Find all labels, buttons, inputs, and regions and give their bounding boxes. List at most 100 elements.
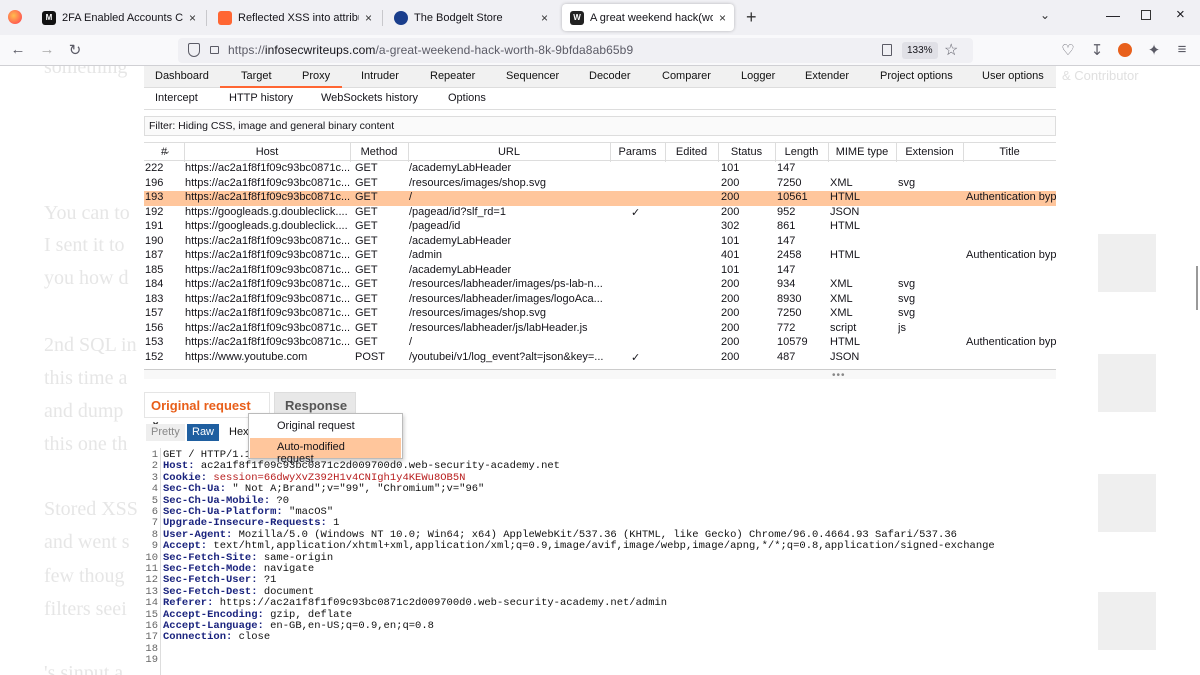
table-row[interactable]: 156 https://ac2a1f8f1f09c93bc0871c... GET /… [144, 322, 1056, 337]
table-row[interactable]: 192 https://googleads.g.doubleclick.... GE… [144, 206, 1056, 221]
cell-num: 190 [145, 234, 164, 247]
close-window-button[interactable]: × [1176, 6, 1185, 23]
table-row[interactable]: 193 https://ac2a1f8f1f09c93bc0871c... GET /… [144, 191, 1056, 206]
cell-method: GET [355, 292, 378, 305]
cell-host: https://ac2a1f8f1f09c93bc0871c... [185, 191, 351, 203]
tool-tab-decoder[interactable]: Decoder [589, 70, 631, 82]
url-text[interactable]: https://infosecwriteups.com/a-great-week… [228, 43, 633, 57]
column-header[interactable]: Extension [896, 146, 963, 158]
tool-tab-extender[interactable]: Extender [805, 70, 849, 82]
tool-tab-logger[interactable]: Logger [741, 70, 775, 82]
request-line: Accept-Encoding: gzip, deflate [163, 609, 1056, 621]
app-menu-icon[interactable]: ≡ [1172, 41, 1192, 58]
tool-tab-project-options[interactable]: Project options [880, 70, 953, 82]
extensions-puzzle-icon[interactable]: ✦ [1144, 41, 1164, 59]
table-row[interactable]: 152 https://www.youtube.com POST/youtubei/… [144, 351, 1056, 366]
column-header[interactable]: Method [350, 146, 408, 158]
header-value: text/html,application/xhtml+xml,applicat… [207, 540, 995, 553]
filter-bar[interactable]: Filter: Hiding CSS, image and general bi… [144, 116, 1056, 136]
cell-length: 772 [777, 321, 796, 334]
pocket-icon[interactable]: ♡ [1058, 41, 1078, 59]
browser-tab[interactable]: M 2FA Enabled Accounts Can Bypass × [34, 4, 204, 31]
column-header[interactable]: MIME type [828, 146, 896, 158]
column-header[interactable]: Edited [665, 146, 718, 158]
tool-tab-intruder[interactable]: Intruder [361, 70, 399, 82]
burp-tool-tabs: Dashboard Target Proxy Intruder Repeater Sequ… [144, 66, 1056, 88]
address-bar[interactable]: https://infosecwriteups.com/a-great-week… [178, 38, 973, 63]
column-header[interactable]: Title [963, 146, 1056, 158]
request-line: Upgrade-Insecure-Requests: 1 [163, 517, 1056, 529]
subtab-websockets-history[interactable]: WebSockets history [321, 92, 418, 104]
close-tab-icon[interactable]: × [189, 11, 196, 25]
browser-tab[interactable]: W A great weekend hack(worth $8 × [562, 4, 734, 31]
cell-title: Authentication bypa [966, 191, 1056, 203]
header-key: Sec-Fetch-User: [163, 574, 258, 587]
subtab-intercept[interactable]: Intercept [155, 92, 198, 104]
cell-num: 185 [145, 263, 164, 276]
globe-favicon-icon [394, 10, 408, 25]
tab-list-chevron-icon[interactable]: ⌄ [1040, 8, 1050, 22]
new-tab-button[interactable]: + [746, 7, 757, 28]
close-tab-icon[interactable]: × [719, 11, 726, 25]
cell-url: /pagead/id?slf_rd=1 [409, 205, 506, 218]
zoom-level[interactable]: 133% [902, 42, 938, 59]
restore-button[interactable] [1141, 10, 1151, 20]
table-row[interactable]: 184 https://ac2a1f8f1f09c93bc0871c... GET /… [144, 278, 1056, 293]
table-row[interactable]: 185 https://ac2a1f8f1f09c93bc0871c... GET /… [144, 264, 1056, 279]
split-divider[interactable] [144, 369, 1056, 379]
column-header[interactable]: Host [184, 146, 350, 158]
tool-tab-proxy[interactable]: Proxy [302, 70, 330, 82]
request-editor[interactable]: 1 GET / HTTP/1.1 2 Host: ac2a1f8f1f09c93bc0… [144, 448, 1056, 675]
table-row[interactable]: 196 https://ac2a1f8f1f09c93bc0871c... GET /… [144, 177, 1056, 192]
cell-method: GET [355, 234, 378, 247]
minimize-button[interactable]: — [1106, 7, 1120, 23]
bookmark-star-icon[interactable]: ☆ [944, 40, 958, 60]
sort-chevron-icon[interactable]: ⌄ [162, 144, 171, 157]
menu-item-original-request[interactable]: Original request [250, 417, 401, 437]
column-divider [610, 143, 611, 162]
table-row[interactable]: 187 https://ac2a1f8f1f09c93bc0871c... GET /… [144, 249, 1056, 264]
column-header[interactable]: Length [775, 146, 828, 158]
tool-tab-target[interactable]: Target [241, 70, 272, 82]
reload-icon[interactable]: ↻ [65, 41, 85, 59]
cell-method: GET [355, 176, 378, 189]
column-header[interactable]: URL [408, 146, 610, 158]
cell-mime: JSON [830, 350, 860, 363]
browser-tab[interactable]: Reflected XSS into attribute with × [210, 4, 380, 31]
subtab-http-history[interactable]: HTTP history [229, 92, 293, 104]
extension-icon[interactable] [1118, 43, 1132, 57]
tool-tab-dashboard[interactable]: Dashboard [155, 70, 209, 82]
table-row[interactable]: 190 https://ac2a1f8f1f09c93bc0871c... GET /… [144, 235, 1056, 250]
forward-arrow-icon[interactable]: → [37, 41, 57, 58]
tool-tab-sequencer[interactable]: Sequencer [506, 70, 559, 82]
table-row[interactable]: 191 https://googleads.g.doubleclick.... GE… [144, 220, 1056, 235]
cell-status: 401 [721, 249, 740, 261]
back-arrow-icon[interactable]: ← [8, 41, 28, 58]
reader-view-icon[interactable] [882, 44, 892, 56]
downloads-icon[interactable]: ↧ [1087, 41, 1107, 59]
column-header[interactable]: Status [718, 146, 775, 158]
browser-tab[interactable]: The Bodgelt Store × [386, 4, 556, 31]
shield-icon[interactable] [188, 43, 200, 57]
tool-tab-repeater[interactable]: Repeater [430, 70, 475, 82]
cell-status: 200 [721, 307, 740, 319]
request-line: Sec-Fetch-Site: same-origin [163, 552, 1056, 564]
lock-icon[interactable] [210, 46, 219, 54]
subtab-options[interactable]: Options [448, 92, 486, 104]
tool-tab-comparer[interactable]: Comparer [662, 70, 711, 82]
table-row[interactable]: 183 https://ac2a1f8f1f09c93bc0871c... GET /… [144, 293, 1056, 308]
article-text-line: this time a [44, 367, 128, 389]
raw-button[interactable]: Raw [187, 424, 220, 441]
pretty-button[interactable]: Pretty [146, 424, 185, 441]
table-row[interactable]: 153 https://ac2a1f8f1f09c93bc0871c... GET /… [144, 336, 1056, 351]
drag-handle-icon[interactable]: ••• [832, 370, 846, 381]
menu-item-auto-modified-request[interactable]: Auto-modified request [250, 438, 401, 465]
column-header[interactable]: Params [610, 146, 665, 158]
close-tab-icon[interactable]: × [541, 11, 548, 25]
page-scrollbar[interactable] [1196, 266, 1198, 310]
table-row[interactable]: 157 https://ac2a1f8f1f09c93bc0871c... GET /… [144, 307, 1056, 322]
table-row[interactable]: 222 https://ac2a1f8f1f09c93bc0871c... GET /… [144, 162, 1056, 177]
close-tab-icon[interactable]: × [365, 11, 372, 25]
firefox-menu-icon[interactable] [8, 10, 22, 24]
tool-tab-user-options[interactable]: User options [982, 70, 1044, 82]
